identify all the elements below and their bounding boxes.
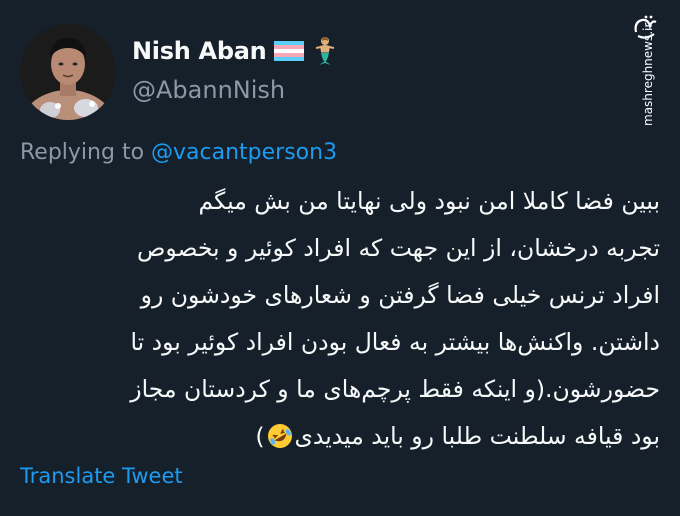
author-name-row: Nish Aban xyxy=(132,34,338,68)
tweet-body: ببین فضا کاملا امن نبود ولی نهایتا من بش… xyxy=(20,178,660,460)
tweet-card: Nish Aban @AbannNish mashreghnews.ir Rep… xyxy=(0,0,680,516)
transgender-flag-icon xyxy=(274,41,305,61)
reply-mention-link[interactable]: @vacantperson3 xyxy=(151,140,337,165)
tweet-line-close: ) xyxy=(255,422,265,450)
rolling-on-floor-laughing-icon xyxy=(267,418,293,448)
tweet-line-text: بود قیافه سلطنت طلبا رو باید میدیدی xyxy=(294,422,661,450)
tweet-line: داشتن. واکنش‌ها بیشتر به فعال بودن افراد… xyxy=(130,328,660,356)
tweet-line: حضورشون.(و اینکه فقط پرچم‌های ما و کردست… xyxy=(130,375,660,403)
watermark-site-text: mashreghnews.ir xyxy=(641,23,655,126)
tweet-line: تجربه درخشان، از این جهت که افراد کوئیر … xyxy=(136,234,660,262)
tweet-last-line: بود قیافه سلطنت طلبا رو باید میدیدی) xyxy=(20,413,660,460)
replying-prefix: Replying to xyxy=(20,140,152,165)
display-name[interactable]: Nish Aban xyxy=(132,37,267,65)
replying-to: Replying to @vacantperson3 xyxy=(20,140,337,165)
tweet-line: افراد ترنس خیلی فضا گرفتن و شعارهای خودش… xyxy=(140,281,660,309)
avatar[interactable] xyxy=(20,24,116,120)
author-handle[interactable]: @AbannNish xyxy=(132,76,285,104)
merperson-icon xyxy=(312,36,338,66)
tweet-line: ببین فضا کاملا امن نبود ولی نهایتا من بش… xyxy=(198,187,660,215)
mashregh-watermark: mashreghnews.ir xyxy=(630,14,662,126)
translate-tweet-link[interactable]: Translate Tweet xyxy=(20,464,183,488)
